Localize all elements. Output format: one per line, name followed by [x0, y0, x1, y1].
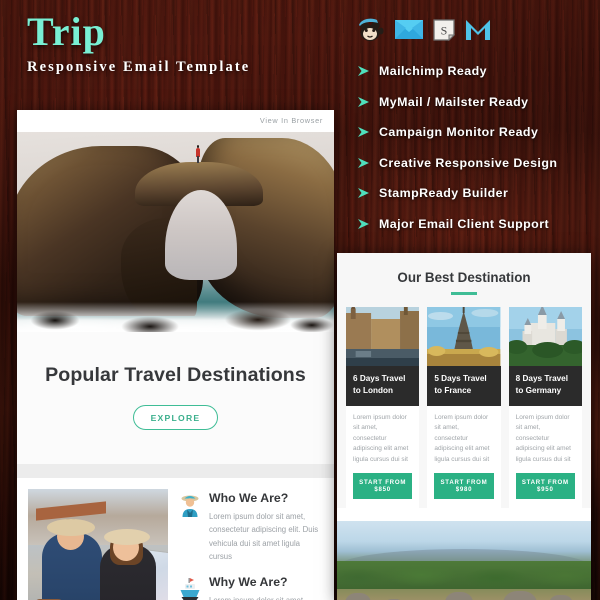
email-preview-main: View In Browser Popular Travel Destinati…	[17, 110, 334, 600]
arrow-bullet-icon	[358, 66, 369, 77]
card-price-button[interactable]: START FROM $850	[353, 473, 413, 500]
feature-item: StampReady Builder	[358, 178, 596, 209]
about-block-body: Lorem ipsum dolor sit amet, consectetur …	[209, 594, 322, 600]
view-in-browser-link[interactable]: View In Browser	[260, 116, 323, 125]
hero-foreground-rocks	[17, 300, 334, 332]
feature-label: Creative Responsive Design	[379, 155, 558, 170]
card-image-germany	[508, 306, 582, 366]
about-block: Who We Are? Lorem ipsum dolor sit amet, …	[179, 491, 322, 563]
gmail-logo-icon	[395, 19, 423, 45]
card-image-london	[346, 306, 420, 366]
elephant-figure	[503, 591, 537, 600]
panel-spacer	[337, 508, 591, 522]
feature-label: MyMail / Mailster Ready	[379, 94, 529, 109]
brand-title: Trip	[27, 9, 106, 54]
feature-item: MyMail / Mailster Ready	[358, 87, 596, 118]
card-description: Lorem ipsum dolor sit amet, consectetur …	[353, 413, 409, 463]
feature-label: StampReady Builder	[379, 186, 509, 201]
section-title: Our Best Destination	[397, 270, 531, 285]
destination-card[interactable]: 5 Days Travel to France Lorem ipsum dolo…	[427, 306, 501, 509]
hero-person-figure	[196, 144, 200, 163]
about-photo-hat-left	[47, 519, 95, 536]
explore-button[interactable]: EXPLORE	[132, 405, 219, 430]
card-description: Lorem ipsum dolor sit amet, consectetur …	[434, 413, 490, 463]
card-image-france	[427, 306, 501, 366]
card-caption: 8 Days Travel to Germany	[508, 365, 582, 406]
elephant-figure	[345, 593, 371, 600]
arrow-bullet-icon	[358, 157, 369, 168]
destination-card-grid: 6 Days Travel to London Lorem ipsum dolo…	[337, 294, 591, 509]
about-photo	[28, 489, 168, 600]
mailster-logo-icon	[465, 19, 491, 46]
feature-item: Major Email Client Support	[358, 209, 596, 240]
safari-banner-image	[337, 521, 591, 600]
about-text-column: Who We Are? Lorem ipsum dolor sit amet, …	[168, 489, 334, 600]
view-in-browser-bar: View In Browser	[17, 110, 334, 132]
arrow-bullet-icon	[358, 218, 369, 229]
feature-item: Creative Responsive Design	[358, 148, 596, 179]
card-body: Lorem ipsum dolor sit amet, consectetur …	[427, 406, 500, 466]
about-block-title: Why We Are?	[209, 575, 288, 590]
card-price-button[interactable]: START FROM $950	[515, 473, 575, 500]
arrow-bullet-icon	[358, 96, 369, 107]
card-body: Lorem ipsum dolor sit amet, consectetur …	[346, 406, 419, 466]
feature-item: Mailchimp Ready	[358, 56, 596, 87]
card-price-button[interactable]: START FROM $980	[434, 473, 494, 500]
brand-tagline: Responsive Email Template	[27, 59, 251, 75]
section-divider	[17, 464, 334, 478]
destination-card[interactable]: 8 Days Travel to Germany Lorem ipsum dol…	[508, 306, 582, 509]
feature-item: Campaign Monitor Ready	[358, 117, 596, 148]
about-block-title: Who We Are?	[209, 491, 289, 505]
email-preview-secondary: Our Best Destination 6 Days Travel to Lo…	[337, 253, 591, 600]
about-block: Why We Are? Lorem ipsum dolor sit amet, …	[179, 575, 322, 600]
traveler-avatar-icon	[179, 493, 201, 517]
about-section: Who We Are? Lorem ipsum dolor sit amet, …	[17, 478, 334, 600]
about-photo-hat-right	[104, 529, 150, 545]
card-description: Lorem ipsum dolor sit amet, consectetur …	[515, 413, 571, 463]
destination-header: Our Best Destination	[337, 253, 591, 295]
brand-logo-row: S	[358, 18, 596, 46]
elephant-figure	[445, 592, 473, 600]
card-caption: 5 Days Travel to France	[427, 365, 501, 406]
card-caption: 6 Days Travel to London	[346, 365, 420, 406]
feature-panel: S Mailchimp Ready MyMail / Mailster Read…	[358, 18, 596, 239]
destination-card[interactable]: 6 Days Travel to London Lorem ipsum dolo…	[346, 306, 420, 509]
feature-list: Mailchimp Ready MyMail / Mailster Ready …	[358, 56, 596, 239]
arrow-bullet-icon	[358, 127, 369, 138]
arrow-bullet-icon	[358, 188, 369, 199]
stampready-logo-icon: S	[433, 18, 456, 46]
header: Trip Responsive Email Template	[27, 12, 250, 76]
feature-label: Mailchimp Ready	[379, 64, 487, 79]
mailchimp-logo-icon	[358, 17, 385, 47]
hero-headline: Popular Travel Destinations	[45, 364, 306, 386]
elephant-figure	[549, 595, 573, 600]
ship-icon	[179, 577, 201, 600]
card-body: Lorem ipsum dolor sit amet, consectetur …	[509, 406, 582, 466]
feature-label: Major Email Client Support	[379, 216, 550, 231]
feature-label: Campaign Monitor Ready	[379, 125, 539, 140]
hero-image	[17, 132, 334, 332]
safari-bushland	[337, 561, 591, 590]
about-block-body: Lorem ipsum dolor sit amet, consectetur …	[209, 512, 319, 561]
hero-cta-block: Popular Travel Destinations EXPLORE	[17, 332, 334, 464]
svg-text:S: S	[441, 23, 448, 37]
